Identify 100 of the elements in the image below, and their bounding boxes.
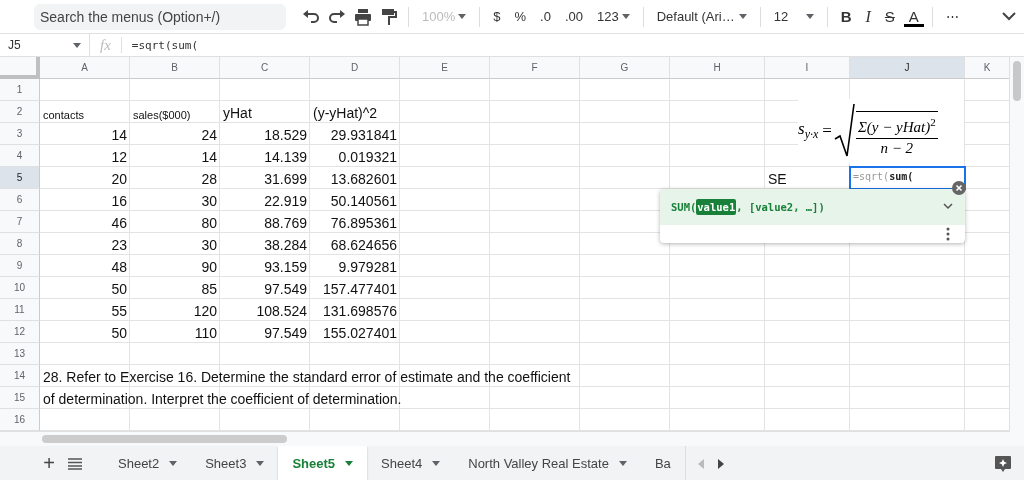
scrollbar-thumb[interactable] xyxy=(42,435,287,443)
caret-icon xyxy=(73,42,81,48)
explore-icon[interactable] xyxy=(994,454,1012,473)
function-signature[interactable]: SUM(value1, [value2, …]) xyxy=(660,189,965,225)
table-cell: contacts xyxy=(43,109,84,121)
row-header[interactable]: 6 xyxy=(0,189,40,211)
table-cell: 20 xyxy=(111,171,127,187)
sheet-tab[interactable]: Sheet5 xyxy=(278,446,368,480)
column-header[interactable]: C xyxy=(220,57,310,79)
table-cell: 31.699 xyxy=(264,171,307,187)
italic-button[interactable]: I xyxy=(860,4,876,29)
row-header[interactable]: 15 xyxy=(0,387,40,409)
row-header[interactable]: 9 xyxy=(0,255,40,277)
table-cell: 16 xyxy=(111,193,127,209)
column-header[interactable]: E xyxy=(400,57,490,79)
row-header[interactable]: 16 xyxy=(0,409,40,431)
close-icon[interactable] xyxy=(952,181,966,195)
row-header[interactable]: 13 xyxy=(0,343,40,365)
strikethrough-button[interactable]: S xyxy=(879,4,900,29)
row-header[interactable]: 11 xyxy=(0,299,40,321)
scroll-right-icon[interactable] xyxy=(717,458,724,469)
column-header[interactable]: A xyxy=(40,57,130,79)
more-vertical-icon[interactable] xyxy=(946,227,950,241)
chevron-down-icon[interactable] xyxy=(943,203,953,210)
more-button[interactable]: ⋯ xyxy=(940,4,964,29)
table-cell: 88.769 xyxy=(264,215,307,231)
column-header[interactable]: I xyxy=(765,57,850,79)
table-cell: 30 xyxy=(201,237,217,253)
table-cell: 50 xyxy=(111,281,127,297)
sheet-tab[interactable]: Sheet3 xyxy=(191,446,279,480)
row-header[interactable]: 12 xyxy=(0,321,40,343)
row-header[interactable]: 10 xyxy=(0,277,40,299)
table-cell: 80 xyxy=(201,215,217,231)
table-cell: 22.919 xyxy=(264,193,307,209)
table-cell: SE xyxy=(768,171,787,187)
table-cell: 155.027401 xyxy=(323,325,397,341)
row-header[interactable]: 14 xyxy=(0,365,40,387)
name-box[interactable]: J5 xyxy=(0,34,90,56)
table-cell: 0.019321 xyxy=(338,149,397,165)
row-header[interactable]: 1 xyxy=(0,79,40,101)
row-header[interactable]: 8 xyxy=(0,233,40,255)
cell-editor[interactable]: =sqrt(sum( xyxy=(849,166,966,190)
row-header[interactable]: 3 xyxy=(0,123,40,145)
table-cell: 24 xyxy=(201,127,217,143)
font-size-dropdown[interactable]: 12 xyxy=(768,4,819,29)
chevron-down-icon[interactable] xyxy=(1002,12,1016,21)
font-dropdown[interactable]: Default (Ari… xyxy=(651,4,752,29)
table-cell: 38.284 xyxy=(264,237,307,253)
table-cell: sales($000) xyxy=(133,109,191,121)
column-header[interactable]: D xyxy=(310,57,400,79)
format-button[interactable]: .0 xyxy=(535,4,556,29)
caret-icon xyxy=(618,461,627,466)
table-cell: 120 xyxy=(193,303,217,319)
table-cell: 157.477401 xyxy=(323,281,397,297)
table-cell: 12 xyxy=(111,149,127,165)
table-cell: 131.698576 xyxy=(323,303,397,319)
table-cell: 48 xyxy=(111,259,127,275)
table-cell: 14.139 xyxy=(264,149,307,165)
sheet-tab[interactable]: Sheet2 xyxy=(104,446,192,480)
table-cell: 18.529 xyxy=(264,127,307,143)
function-icon: fx xyxy=(90,36,121,54)
row-header[interactable]: 2 xyxy=(0,101,40,123)
format-button[interactable]: .00 xyxy=(559,4,588,29)
table-cell: 23 xyxy=(111,237,127,253)
sheet-tab[interactable]: Sheet4 xyxy=(367,446,455,480)
table-cell: 68.624656 xyxy=(330,237,397,253)
table-cell: 55 xyxy=(111,303,127,319)
caret-icon xyxy=(256,461,265,466)
table-cell: 93.159 xyxy=(264,259,307,275)
list-icon[interactable] xyxy=(68,457,82,470)
add-sheet-button[interactable]: + xyxy=(36,446,62,480)
table-cell: of determination. Interpret the coefficient of determination. xyxy=(43,391,402,407)
caret-icon xyxy=(738,14,747,19)
table-cell: yHat xyxy=(223,105,252,121)
caret-icon xyxy=(432,461,441,466)
column-header[interactable]: J xyxy=(850,57,965,79)
column-header[interactable]: K xyxy=(965,57,1010,79)
text-color-button[interactable]: A xyxy=(903,6,924,27)
sheet-tab[interactable]: Ba xyxy=(640,446,685,480)
row-header[interactable]: 4 xyxy=(0,145,40,167)
table-cell: 110 xyxy=(194,325,217,341)
column-header[interactable]: G xyxy=(580,57,670,79)
formula-input[interactable]: =sqrt(sum( xyxy=(121,38,199,52)
format-button[interactable]: % xyxy=(509,4,532,29)
scrollbar-thumb[interactable] xyxy=(1013,61,1021,101)
column-header[interactable]: F xyxy=(490,57,580,79)
search-field[interactable]: Search the menus (Option+/) xyxy=(34,3,286,30)
table-cell: 30 xyxy=(201,193,217,209)
column-header[interactable]: B xyxy=(130,57,220,79)
table-cell: 13.682601 xyxy=(330,171,397,187)
table-cell: 28 xyxy=(201,171,217,187)
caret-icon xyxy=(169,461,178,466)
table-cell: 14 xyxy=(201,149,217,165)
format-button[interactable]: $ xyxy=(488,4,506,29)
sheet-tab[interactable]: North Valley Real Estate xyxy=(454,446,641,480)
row-header[interactable]: 5 xyxy=(0,167,40,189)
bold-button[interactable]: B xyxy=(835,4,857,29)
row-header[interactable]: 7 xyxy=(0,211,40,233)
column-header[interactable]: H xyxy=(670,57,765,79)
format-button[interactable]: 123 xyxy=(591,4,635,29)
